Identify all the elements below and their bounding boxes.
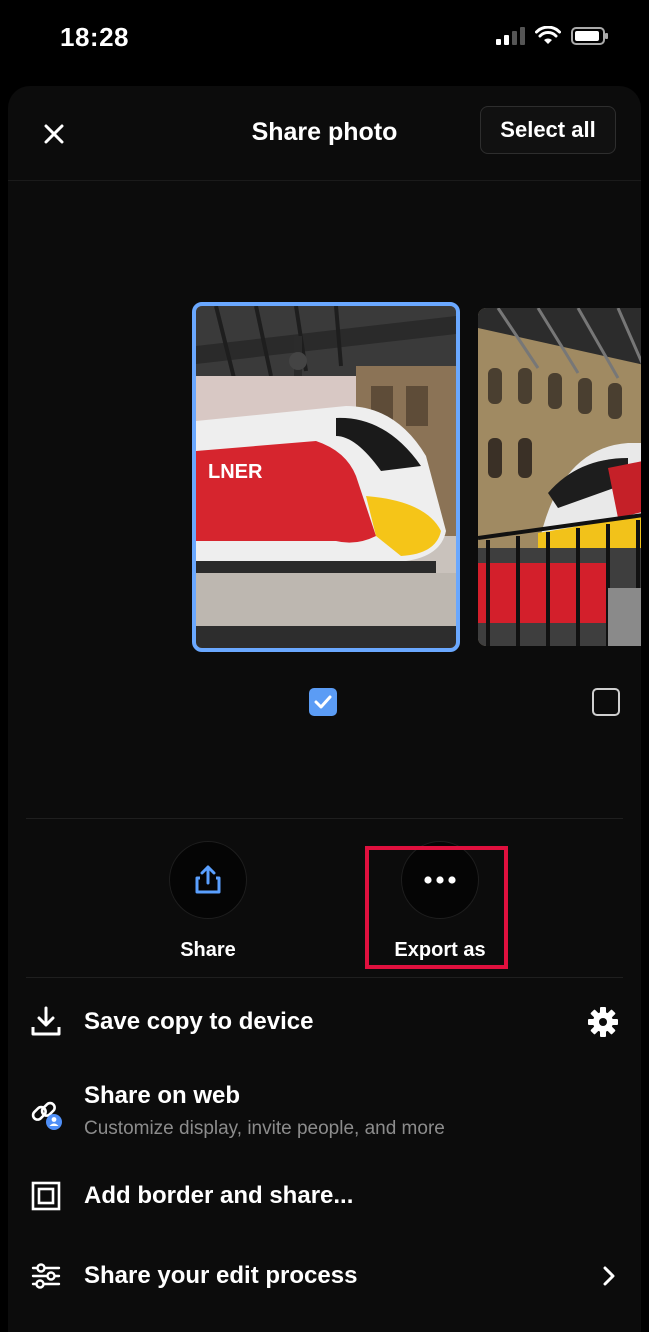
- download-icon: [28, 1004, 64, 1040]
- chevron-right-icon: [597, 1262, 621, 1290]
- share-action-circle[interactable]: [169, 841, 247, 919]
- settings-button[interactable]: [585, 1004, 621, 1040]
- export-as-action-circle[interactable]: [401, 841, 479, 919]
- battery-icon: [571, 27, 608, 45]
- sheet-header: Share photo Select all: [8, 86, 641, 181]
- share-upload-icon: [195, 865, 221, 894]
- share-action[interactable]: Share: [133, 841, 283, 962]
- photo-thumbnail[interactable]: [478, 308, 641, 646]
- select-all-button[interactable]: Select all: [480, 106, 616, 154]
- sliders-icon: [28, 1258, 64, 1294]
- wifi-icon: [535, 26, 561, 44]
- gear-icon: [588, 1007, 618, 1037]
- station-photo-image: [478, 308, 641, 646]
- more-dots-icon: [424, 876, 456, 884]
- photo-checkbox-checked[interactable]: [309, 688, 337, 716]
- screen: 18:28 Share photo Select all LNER Share …: [0, 0, 649, 1332]
- link-people-icon: [28, 1096, 64, 1132]
- border-frame-icon: [28, 1178, 64, 1214]
- status-icons: [496, 26, 609, 46]
- export-as-action[interactable]: Export as: [365, 841, 515, 962]
- share-sheet: Share photo Select all LNER Share Export…: [8, 86, 641, 1332]
- status-time: 18:28: [60, 22, 129, 52]
- cellular-signal-icon: [496, 27, 525, 45]
- photo-checkbox[interactable]: [592, 688, 620, 716]
- divider: [26, 977, 623, 978]
- share-your-edit-process-label: Share your edit process: [84, 1262, 358, 1289]
- share-on-web-sublabel: Customize display, invite people, and mo…: [84, 1118, 445, 1139]
- share-on-web-item[interactable]: Share on web Customize display, invite p…: [8, 1082, 641, 1154]
- photo-strip[interactable]: LNER: [8, 180, 641, 810]
- status-bar: 18:28: [0, 0, 649, 80]
- train-photo-image: LNER: [196, 306, 456, 648]
- divider: [26, 818, 623, 819]
- save-copy-to-device-item[interactable]: Save copy to device: [8, 1004, 641, 1068]
- share-on-web-label: Share on web: [84, 1082, 241, 1109]
- save-copy-to-device-label: Save copy to device: [84, 1008, 314, 1035]
- add-border-and-share-label: Add border and share...: [84, 1182, 354, 1209]
- export-as-action-label: Export as: [394, 939, 486, 961]
- checkmark-icon: [314, 695, 332, 709]
- add-border-and-share-item[interactable]: Add border and share...: [8, 1178, 641, 1226]
- share-action-label: Share: [180, 939, 236, 961]
- share-your-edit-process-item[interactable]: Share your edit process: [8, 1258, 641, 1306]
- svg-text:LNER: LNER: [208, 461, 263, 483]
- photo-thumbnail-selected[interactable]: LNER: [192, 302, 460, 652]
